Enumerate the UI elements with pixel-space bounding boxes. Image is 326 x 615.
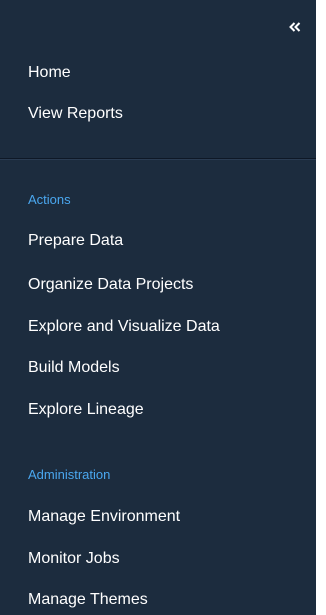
actions-section-header: Actions [28,192,71,207]
nav-item-view-reports[interactable]: View Reports [28,104,123,124]
nav-item-monitor-jobs[interactable]: Monitor Jobs [28,549,120,569]
nav-item-build-models[interactable]: Build Models [28,358,120,378]
collapse-menu-button[interactable] [284,16,306,38]
nav-item-organize-data-projects[interactable]: Organize Data Projects [28,275,193,295]
nav-item-home[interactable]: Home [28,63,71,83]
nav-item-explore-lineage[interactable]: Explore Lineage [28,400,144,420]
nav-item-prepare-data[interactable]: Prepare Data [28,231,123,251]
navigation-panel: Home View Reports Actions Prepare Data O… [0,0,316,615]
nav-item-manage-themes[interactable]: Manage Themes [28,590,148,610]
nav-item-manage-environment[interactable]: Manage Environment [28,507,180,527]
administration-section-header: Administration [28,467,111,482]
section-divider-highlight [0,159,316,160]
nav-item-explore-visualize-data[interactable]: Explore and Visualize Data [28,317,220,337]
double-chevron-left-icon [289,22,301,32]
